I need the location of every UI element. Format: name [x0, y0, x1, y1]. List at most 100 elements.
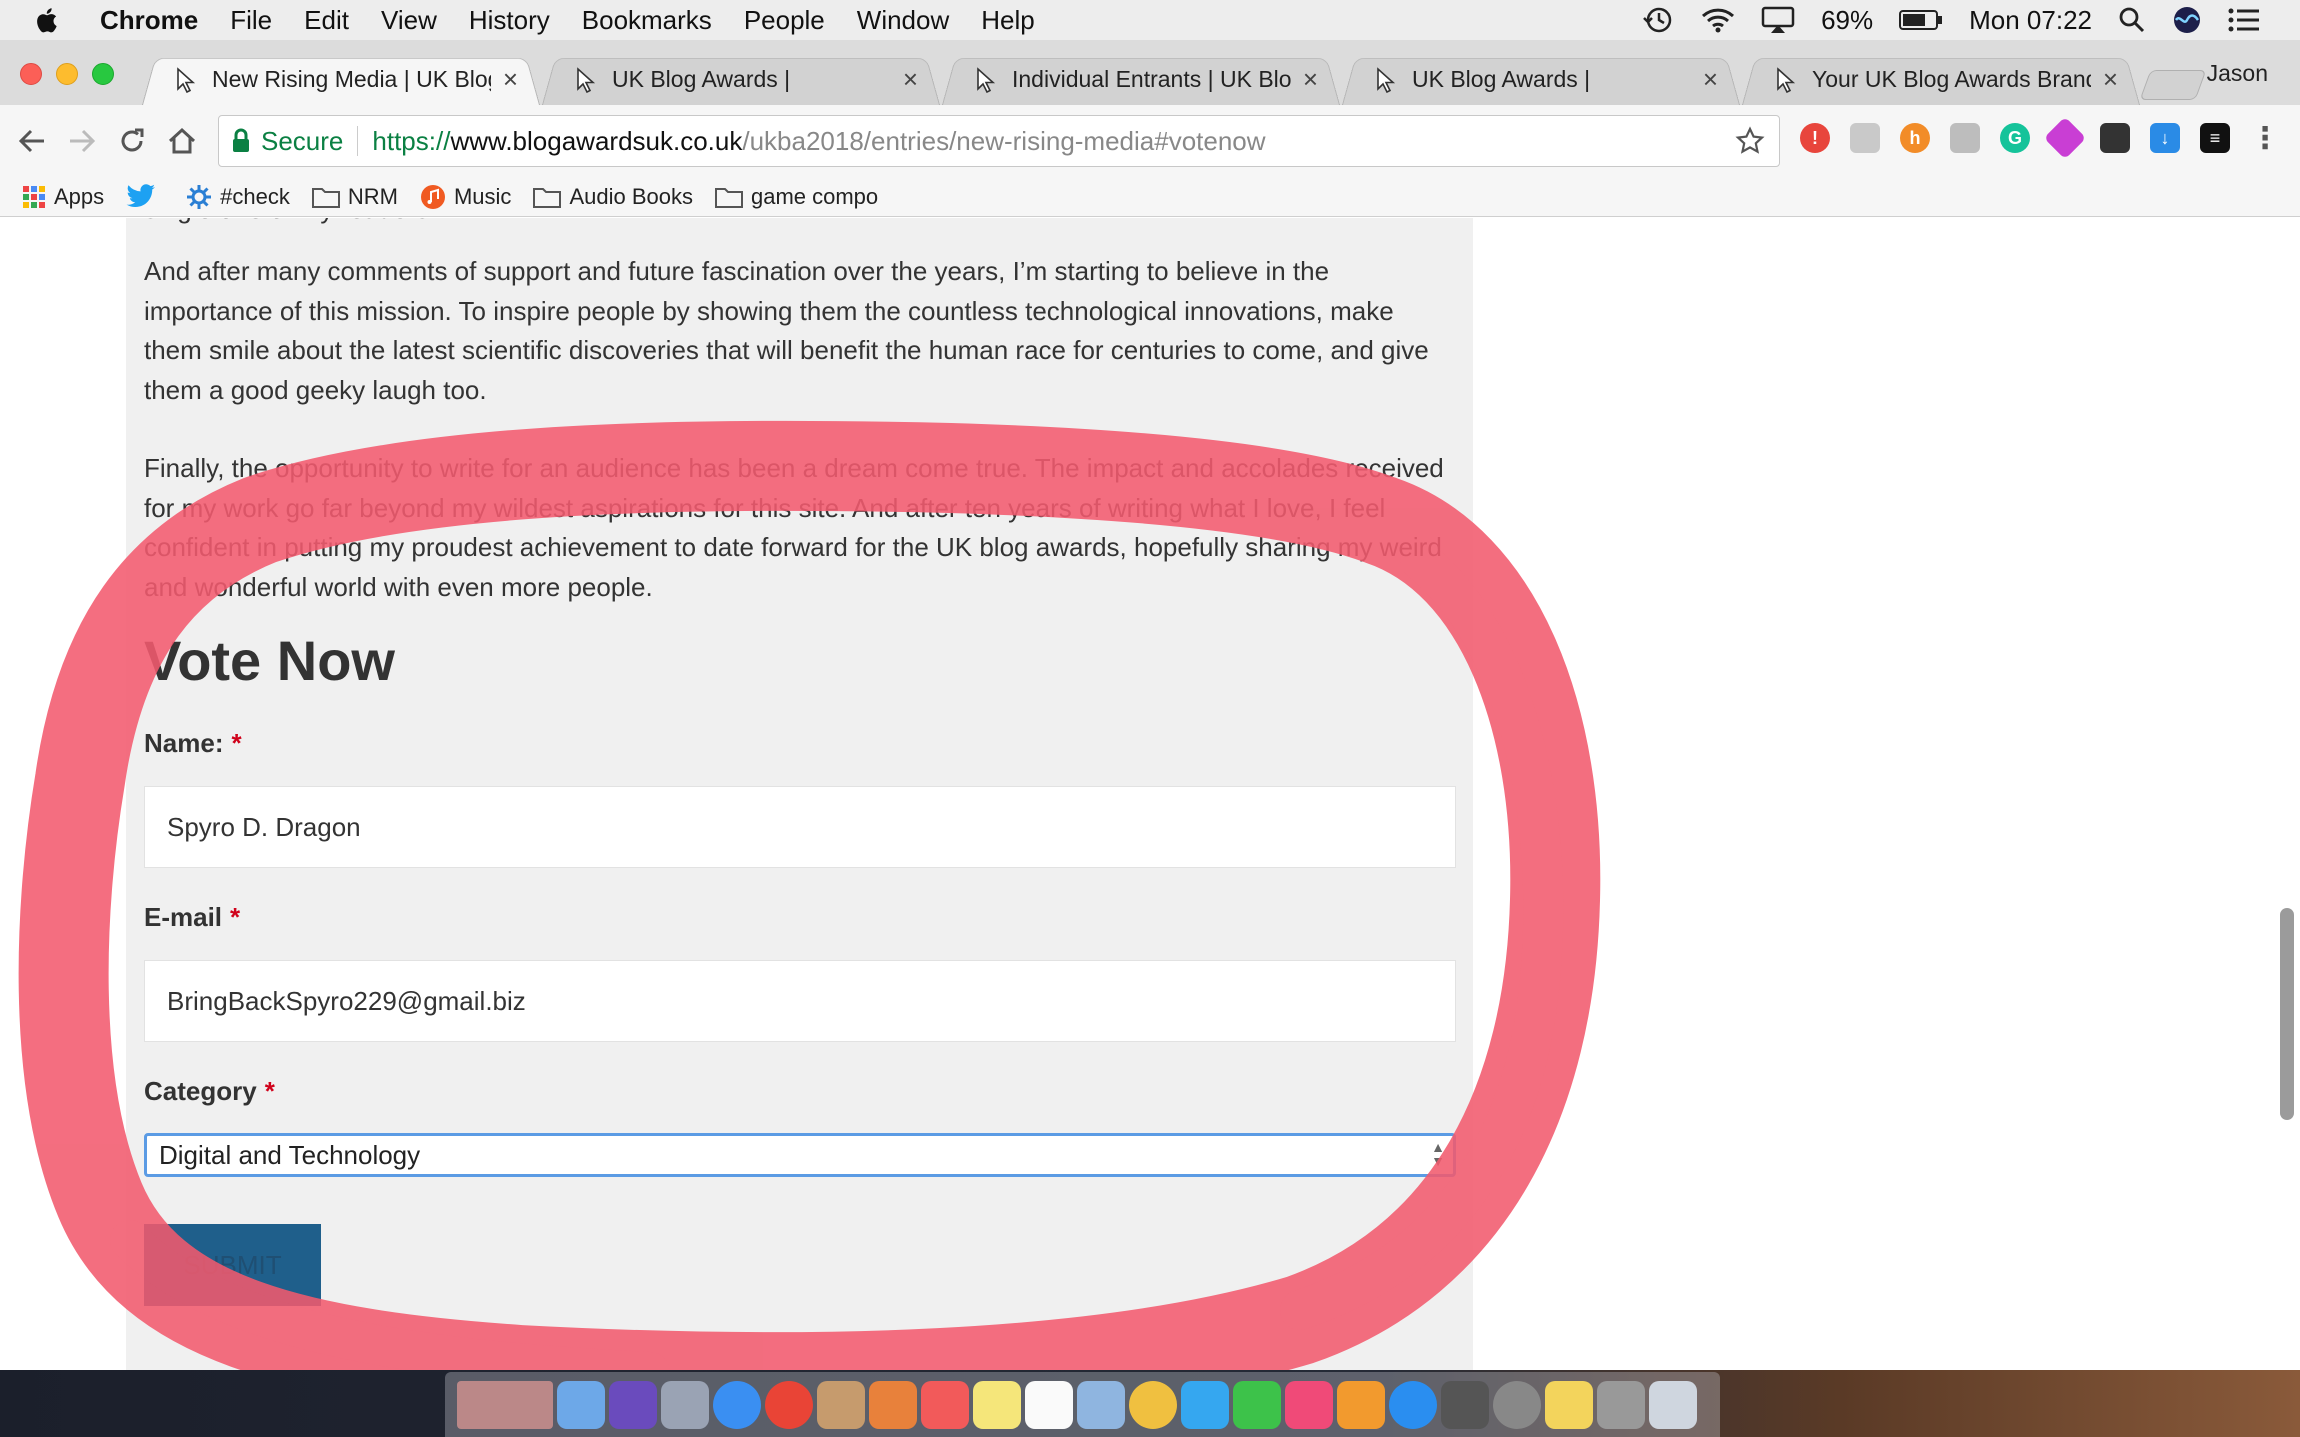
- dock-preview-icon[interactable]: [457, 1380, 553, 1429]
- menu-bookmarks[interactable]: Bookmarks: [566, 5, 728, 36]
- app-store-icon[interactable]: [1389, 1380, 1437, 1429]
- wifi-icon[interactable]: [1701, 7, 1735, 33]
- lock-icon[interactable]: [231, 128, 251, 154]
- new-tab-button[interactable]: [2139, 70, 2207, 100]
- notification-center-icon[interactable]: [2228, 7, 2260, 33]
- folder-icon: [533, 186, 562, 208]
- menu-help[interactable]: Help: [965, 5, 1050, 36]
- forward-arrow-icon[interactable]: [64, 123, 100, 159]
- pages-icon[interactable]: [1545, 1380, 1593, 1429]
- bookmark-star-icon[interactable]: [1735, 126, 1765, 163]
- menu-people[interactable]: People: [728, 5, 841, 36]
- grammarly-extension-icon[interactable]: G: [2000, 123, 2030, 153]
- bookmark-twitter[interactable]: [126, 183, 164, 210]
- photo-app-icon[interactable]: [817, 1380, 865, 1429]
- email-input[interactable]: BringBackSpyro229@gmail.biz: [144, 960, 1456, 1042]
- window-zoom-button[interactable]: [92, 63, 114, 85]
- system-preferences-icon[interactable]: [1493, 1380, 1541, 1429]
- category-select[interactable]: Digital and Technology ▲ ▼: [144, 1133, 1456, 1177]
- name-input[interactable]: Spyro D. Dragon: [144, 786, 1456, 868]
- bookmark-label: Apps: [54, 183, 105, 209]
- menubar-clock[interactable]: Mon 07:22: [1969, 5, 2092, 36]
- launchpad-icon[interactable]: [661, 1380, 709, 1429]
- honey-extension-icon[interactable]: h: [1900, 123, 1930, 153]
- time-machine-icon[interactable]: [1641, 5, 1675, 35]
- tab-close-icon[interactable]: ×: [1703, 64, 1718, 95]
- article-paragraph: Finally, the opportunity to write for an…: [144, 453, 1444, 602]
- photos-icon[interactable]: [1129, 1380, 1177, 1429]
- tab-branding[interactable]: Your UK Blog Awards Brandin ×: [1742, 54, 2140, 105]
- menu-file[interactable]: File: [214, 5, 288, 36]
- secure-label[interactable]: Secure: [261, 126, 343, 157]
- image-extension-icon[interactable]: [1850, 123, 1880, 153]
- profile-name[interactable]: Jason: [2207, 60, 2268, 87]
- siri-dock-icon[interactable]: [609, 1380, 657, 1429]
- chrome-dock-icon[interactable]: [765, 1380, 813, 1429]
- facetime-icon[interactable]: [1233, 1380, 1281, 1429]
- messages-icon[interactable]: [1181, 1380, 1229, 1429]
- tab-uk-blog-awards-2[interactable]: UK Blog Awards | ×: [1342, 54, 1740, 105]
- macos-dock: [445, 1372, 1720, 1437]
- bookmark-nrm[interactable]: NRM: [311, 184, 398, 210]
- reminders-icon[interactable]: [1025, 1380, 1073, 1429]
- bookmark-label: game compo: [750, 183, 879, 209]
- battery-icon[interactable]: [1899, 9, 1943, 31]
- reload-icon[interactable]: [114, 123, 150, 159]
- menu-window[interactable]: Window: [841, 5, 965, 36]
- books-dock-icon[interactable]: [869, 1380, 917, 1429]
- tab-close-icon[interactable]: ×: [2103, 64, 2118, 95]
- airplay-icon[interactable]: [1761, 6, 1795, 34]
- safari-icon[interactable]: [713, 1380, 761, 1429]
- bookmark-audio-books[interactable]: Audio Books: [533, 184, 693, 210]
- chrome-menu-icon[interactable]: ⋮: [2250, 122, 2280, 155]
- calendar-icon[interactable]: [921, 1380, 969, 1429]
- cursor-favicon-icon: [1776, 66, 1802, 93]
- back-arrow-icon[interactable]: [14, 123, 50, 159]
- purple-extension-icon[interactable]: [2043, 116, 2087, 160]
- tab-close-icon[interactable]: ×: [1303, 64, 1318, 95]
- home-icon[interactable]: [164, 123, 200, 159]
- required-marker: *: [230, 902, 241, 932]
- article-paragraph: And after many comments of support and f…: [144, 256, 1429, 405]
- finder-icon[interactable]: [557, 1380, 605, 1429]
- music-icon: [420, 184, 446, 210]
- bookmark-game-compo[interactable]: game compo: [714, 183, 879, 210]
- menu-view[interactable]: View: [365, 5, 453, 36]
- menu-history[interactable]: History: [453, 5, 566, 36]
- eyedropper-extension-icon[interactable]: [2100, 123, 2130, 153]
- address-bar[interactable]: Secure https:// www.blogawardsuk.co.uk /…: [218, 115, 1780, 167]
- tab-new-rising-media[interactable]: New Rising Media | UK Blog A ×: [142, 54, 540, 105]
- submit-button[interactable]: SUBMIT: [144, 1224, 321, 1306]
- battery-percent[interactable]: 69%: [1821, 5, 1873, 36]
- tab-close-icon[interactable]: ×: [503, 64, 518, 95]
- spotlight-search-icon[interactable]: [2118, 6, 2146, 34]
- tab-uk-blog-awards-1[interactable]: UK Blog Awards | ×: [542, 54, 940, 105]
- adblock-extension-icon[interactable]: !: [1800, 123, 1830, 153]
- trash-icon[interactable]: [1649, 1380, 1697, 1429]
- final-cut-icon[interactable]: [1441, 1380, 1489, 1429]
- itunes-icon[interactable]: [1285, 1380, 1333, 1429]
- menu-chrome[interactable]: Chrome: [80, 5, 214, 36]
- screenshot-folder-icon[interactable]: [1597, 1380, 1645, 1429]
- camera-extension-icon[interactable]: [1950, 123, 1980, 153]
- window-close-button[interactable]: [20, 63, 42, 85]
- name-field-label: Name: *: [144, 728, 242, 759]
- siri-icon[interactable]: [2172, 5, 2202, 35]
- bookmark-check[interactable]: #check: [186, 184, 290, 210]
- page-scrollbar[interactable]: [2280, 908, 2294, 1120]
- bookmark-music[interactable]: Music: [420, 184, 511, 210]
- menu-edit[interactable]: Edit: [288, 5, 365, 36]
- notes-icon[interactable]: [973, 1380, 1021, 1429]
- maps-icon[interactable]: [1077, 1380, 1125, 1429]
- buffer-extension-icon[interactable]: ≡: [2200, 123, 2230, 153]
- apple-logo-icon[interactable]: [34, 6, 80, 34]
- macos-menu-bar: Chrome File Edit View History Bookmarks …: [0, 0, 2300, 40]
- bookmark-apps[interactable]: Apps: [22, 184, 104, 210]
- download-extension-icon[interactable]: ↓: [2150, 123, 2180, 153]
- tab-title: Individual Entrants | UK Blog A: [1012, 66, 1291, 92]
- tab-individual-entrants[interactable]: Individual Entrants | UK Blog A ×: [942, 54, 1340, 105]
- window-minimize-button[interactable]: [56, 63, 78, 85]
- tab-title: Your UK Blog Awards Brandin: [1812, 66, 2091, 92]
- ibooks-icon[interactable]: [1337, 1380, 1385, 1429]
- tab-close-icon[interactable]: ×: [903, 64, 918, 95]
